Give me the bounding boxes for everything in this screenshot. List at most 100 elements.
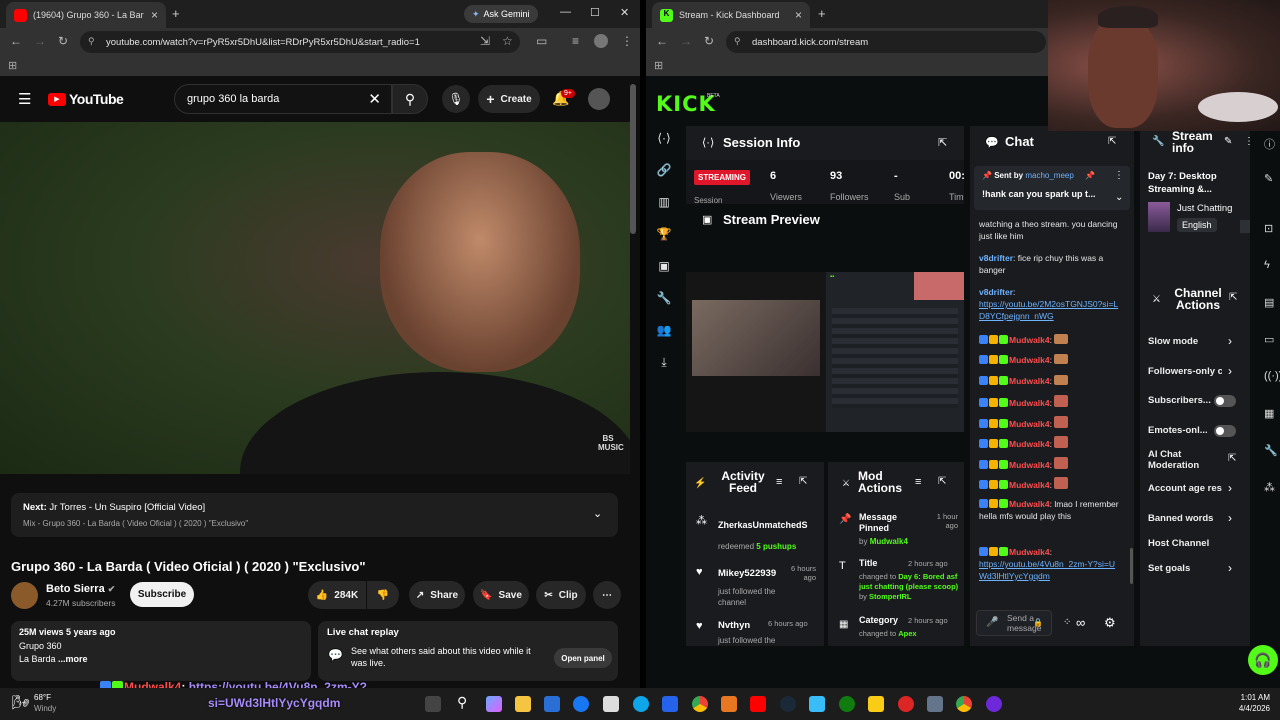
setting-followers-only[interactable]: Followers-only c bbox=[1148, 366, 1222, 377]
pinned-message[interactable]: 📌 Sent by macho_meep 📌 ⋮ !hank can you s… bbox=[974, 166, 1130, 210]
edit-pencil-icon[interactable]: ✎ bbox=[1224, 136, 1232, 147]
account-avatar[interactable] bbox=[588, 88, 610, 110]
chat-username[interactable]: Mudwalk4 bbox=[1009, 460, 1050, 470]
setting-subscribers-only[interactable]: Subscribers... bbox=[1148, 395, 1211, 406]
download-icon[interactable]: ⤓ bbox=[656, 355, 672, 370]
file-explorer-icon[interactable] bbox=[515, 696, 531, 712]
users-icon[interactable]: 👥 bbox=[656, 323, 672, 337]
share-button[interactable]: ↗ Share bbox=[409, 581, 465, 609]
chat-username[interactable]: Mudwalk4 bbox=[1009, 439, 1050, 449]
minimize-icon[interactable]: — bbox=[560, 6, 571, 18]
hamburger-menu-icon[interactable]: ☰ bbox=[18, 90, 31, 108]
widget-icon[interactable] bbox=[425, 696, 441, 712]
chevron-right-icon[interactable]: › bbox=[1228, 364, 1232, 378]
chat-input[interactable]: 🎤 Send a message 🔒 bbox=[976, 610, 1052, 636]
url-field[interactable]: ⚲ dashboard.kick.com/stream bbox=[726, 31, 1046, 53]
sidebar-icon[interactable]: ▭ bbox=[536, 34, 547, 48]
tab-youtube[interactable]: (19604) Grupo 360 - La Bar × bbox=[6, 2, 166, 28]
store-icon[interactable] bbox=[544, 696, 560, 712]
calculator-icon[interactable] bbox=[662, 696, 678, 712]
media-icon[interactable]: ≡ bbox=[572, 34, 579, 48]
broadcast-icon[interactable]: ((·)) bbox=[1264, 370, 1280, 382]
bookmark-star-icon[interactable]: ☆ bbox=[502, 34, 513, 48]
profile-avatar[interactable] bbox=[594, 34, 608, 48]
dislike-button[interactable]: 👎 bbox=[367, 581, 399, 609]
page-scrollbar[interactable] bbox=[630, 84, 636, 234]
chevron-right-icon[interactable]: › bbox=[1228, 561, 1232, 575]
apps-grid-icon[interactable]: ⊞ bbox=[8, 59, 17, 72]
message-link[interactable]: https://youtu.be/2M2osTGNJS0?si=LD8YCfpe… bbox=[979, 299, 1118, 321]
analytics-icon[interactable]: ▥ bbox=[656, 195, 672, 209]
chat-username[interactable]: Mudwalk4 bbox=[1009, 335, 1050, 345]
chat-username[interactable]: Mudwalk4 bbox=[1009, 480, 1050, 490]
chat-icon[interactable]: ▭ bbox=[1264, 333, 1274, 346]
message-link[interactable]: https://youtu.be/4Vu8n_2zm-Y?si=UWd3lHtl… bbox=[979, 559, 1115, 581]
chat-username[interactable]: Mudwalk4 bbox=[1009, 419, 1050, 429]
app-icon[interactable] bbox=[809, 696, 825, 712]
external-link-icon[interactable]: ⇱ bbox=[1228, 453, 1236, 464]
site-info-icon[interactable]: ⚲ bbox=[734, 36, 741, 47]
link-icon[interactable]: 🔗 bbox=[656, 163, 672, 177]
tab-kick-dashboard[interactable]: K Stream - Kick Dashboard × bbox=[652, 2, 810, 28]
chat-scrollbar[interactable] bbox=[1130, 548, 1133, 584]
clock-date[interactable]: 4/4/2026 bbox=[1222, 704, 1270, 713]
chat-username[interactable]: Mudwalk4 bbox=[1009, 499, 1050, 509]
new-tab-icon[interactable]: + bbox=[172, 6, 180, 21]
notes-icon[interactable] bbox=[868, 696, 884, 712]
chat-username[interactable]: v8drifter bbox=[979, 287, 1013, 297]
info-icon[interactable]: ⓘ bbox=[1264, 136, 1275, 152]
lightning-icon[interactable]: ϟ bbox=[1264, 259, 1270, 271]
more-dots-icon[interactable]: ⋮ bbox=[1244, 136, 1254, 147]
setting-banned-words[interactable]: Banned words bbox=[1148, 513, 1213, 524]
chrome-icon[interactable] bbox=[956, 696, 972, 712]
emotes-toggle[interactable] bbox=[1214, 425, 1236, 437]
video-player[interactable]: BS MUSIC bbox=[0, 122, 630, 474]
app-icon[interactable] bbox=[721, 696, 737, 712]
description-box[interactable]: 25M views 5 years ago Grupo 360 La Barda… bbox=[11, 621, 311, 681]
edge-icon[interactable] bbox=[633, 696, 649, 712]
search-button[interactable]: ⚲ bbox=[392, 84, 428, 114]
microphone-icon[interactable]: 🎤 bbox=[986, 617, 998, 628]
app-icon[interactable] bbox=[986, 696, 1002, 712]
setting-host-channel[interactable]: Host Channel bbox=[1148, 538, 1209, 549]
youtube-logo[interactable]: ▶ YouTube bbox=[48, 91, 124, 107]
back-icon[interactable]: ← bbox=[656, 34, 668, 48]
youtube-app-icon[interactable] bbox=[750, 696, 766, 712]
search-icon[interactable]: ⚲ bbox=[457, 694, 473, 710]
channel-avatar[interactable] bbox=[11, 582, 38, 609]
expand-chevron-icon[interactable]: ⌄ bbox=[593, 507, 602, 520]
back-icon[interactable]: ← bbox=[10, 34, 22, 48]
chevron-right-icon[interactable]: › bbox=[1228, 334, 1232, 348]
emote-picker-icon[interactable]: ⁘ bbox=[1063, 617, 1071, 628]
collapse-sidebar-icon[interactable]: ⟨·⟩ bbox=[656, 131, 672, 145]
maximize-icon[interactable]: ☐ bbox=[590, 6, 600, 19]
xbox-icon[interactable] bbox=[839, 696, 855, 712]
edit-icon[interactable]: ✎ bbox=[1264, 172, 1273, 185]
channel-name-row[interactable]: Beto Sierra ✔ bbox=[46, 583, 115, 595]
chevron-right-icon[interactable]: › bbox=[1228, 511, 1232, 525]
reload-icon[interactable]: ↻ bbox=[704, 34, 714, 48]
unpin-icon[interactable]: 📌 bbox=[1085, 171, 1095, 180]
chat-username[interactable]: v8drifter bbox=[979, 253, 1013, 263]
more-link[interactable]: ...more bbox=[58, 654, 88, 664]
popout-icon[interactable]: ⇱ bbox=[938, 476, 946, 487]
document-icon[interactable]: ▤ bbox=[1264, 296, 1274, 309]
chat-username[interactable]: Mudwalk4 bbox=[1009, 547, 1050, 557]
reload-icon[interactable]: ↻ bbox=[58, 34, 68, 48]
open-panel-button[interactable]: Open panel bbox=[554, 648, 612, 668]
popout-icon[interactable]: ⇱ bbox=[1229, 292, 1237, 303]
setting-slow-mode[interactable]: Slow mode bbox=[1148, 336, 1198, 347]
subscribers-toggle[interactable] bbox=[1214, 395, 1236, 407]
steam-icon[interactable] bbox=[780, 696, 796, 712]
popout-icon[interactable]: ⇱ bbox=[799, 476, 807, 487]
expand-chevron-icon[interactable]: ⌄ bbox=[1115, 192, 1123, 203]
close-window-icon[interactable]: ✕ bbox=[620, 6, 629, 19]
create-button[interactable]: + Create bbox=[478, 85, 540, 113]
search-input[interactable]: grupo 360 la barda ✕ bbox=[174, 84, 392, 114]
wrench-icon[interactable]: 🔧 bbox=[1264, 444, 1278, 457]
like-button[interactable]: 👍 284K bbox=[308, 581, 366, 609]
more-actions-button[interactable]: ⋯ bbox=[593, 581, 621, 609]
infinity-icon[interactable]: ∞ bbox=[1076, 615, 1085, 630]
kick-assist-button[interactable]: 🎧 bbox=[1248, 645, 1278, 675]
popout-icon[interactable]: ⇱ bbox=[938, 136, 947, 149]
